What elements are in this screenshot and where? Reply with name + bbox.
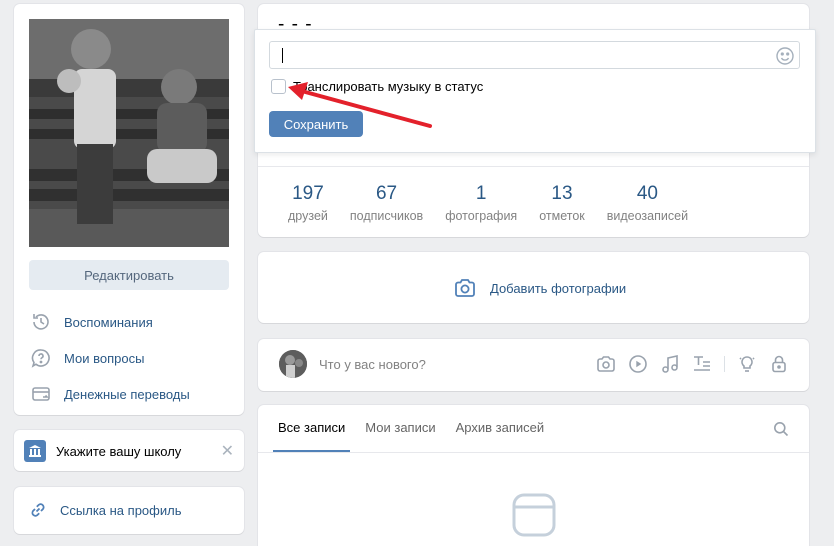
status-input[interactable]	[269, 41, 800, 69]
status-editor-popup: Транслировать музыку в статус Сохранить	[254, 29, 816, 153]
divider	[724, 356, 725, 372]
counter-tags[interactable]: 13 отметок	[539, 167, 585, 236]
add-photos-button[interactable]: Добавить фотографии	[454, 278, 626, 298]
counter-value: 197	[292, 183, 324, 204]
profile-counters: 197 друзей 67 подписчиков 1 фотография 1…	[258, 166, 809, 236]
sidebar-item-questions[interactable]: Мои вопросы	[29, 340, 229, 376]
article-icon[interactable]	[692, 354, 712, 374]
counter-friends[interactable]: 197 друзей	[288, 167, 328, 236]
counter-label: отметок	[539, 209, 585, 223]
new-post-input[interactable]: Что у вас нового?	[319, 357, 426, 372]
camera-icon	[455, 279, 475, 297]
broadcast-music-label: Транслировать музыку в статус	[293, 79, 484, 94]
music-note-icon[interactable]	[660, 354, 680, 374]
counter-videos[interactable]: 40 видеозаписей	[607, 167, 688, 236]
counter-label: друзей	[288, 209, 328, 223]
school-prompt-card: Укажите вашу школу ✕	[14, 430, 244, 471]
sidebar-item-memories[interactable]: Воспоминания	[29, 304, 229, 340]
tab-all-posts[interactable]: Все записи	[273, 405, 351, 452]
add-photos-label: Добавить фотографии	[490, 280, 627, 296]
sidebar-item-label: Воспоминания	[64, 314, 153, 330]
text-caret	[282, 48, 283, 63]
sidebar-item-label: Денежные переводы	[64, 386, 190, 402]
wall-card: Все записи Мои записи Архив записей	[258, 405, 809, 546]
empty-wall-icon	[512, 493, 556, 540]
counter-value: 40	[636, 183, 658, 204]
question-bubble-icon	[29, 346, 53, 370]
camera-icon[interactable]	[596, 354, 616, 374]
counter-label: фотография	[445, 209, 518, 223]
lock-icon[interactable]	[769, 354, 789, 374]
history-icon	[29, 310, 53, 334]
profile-link-card: Ссылка на профиль	[14, 487, 244, 534]
profile-link-label: Ссылка на профиль	[60, 502, 182, 518]
wall-tabs: Все записи Мои записи Архив записей	[273, 405, 559, 452]
video-play-icon[interactable]	[628, 354, 648, 374]
bulb-icon[interactable]	[737, 354, 757, 374]
card-transfer-icon	[29, 382, 53, 406]
counter-photos[interactable]: 1 фотография	[445, 167, 517, 236]
divider	[258, 452, 809, 453]
sidebar-item-money-transfers[interactable]: Денежные переводы	[29, 376, 229, 412]
counter-value: 67	[375, 183, 398, 204]
counter-label: подписчиков	[349, 209, 424, 223]
counter-followers[interactable]: 67 подписчиков	[350, 167, 423, 236]
school-prompt-label: Укажите вашу школу	[56, 443, 182, 459]
broadcast-music-checkbox[interactable]	[271, 79, 286, 94]
profile-link[interactable]: Ссылка на профиль	[28, 500, 181, 520]
new-post-card: Что у вас нового?	[258, 339, 809, 391]
post-attachments	[584, 354, 789, 374]
smile-icon[interactable]	[775, 46, 795, 66]
profile-sidebar-card: Редактировать Воспоминания Мои вопросы Д…	[14, 4, 244, 415]
photos-card: Добавить фотографии	[258, 252, 809, 323]
sidebar-menu: Воспоминания Мои вопросы Денежные перево…	[29, 304, 229, 412]
edit-profile-button[interactable]: Редактировать	[29, 260, 229, 290]
link-icon	[31, 503, 45, 517]
close-icon[interactable]: ✕	[221, 441, 234, 461]
counter-label: видеозаписей	[606, 209, 689, 223]
search-icon[interactable]	[773, 421, 789, 440]
profile-avatar[interactable]	[29, 19, 229, 247]
broadcast-music-checkbox-row[interactable]: Транслировать музыку в статус	[271, 79, 483, 94]
school-building-icon	[24, 440, 46, 462]
tab-archive[interactable]: Архив записей	[451, 405, 550, 452]
counter-value: 13	[551, 183, 573, 204]
school-prompt[interactable]: Укажите вашу школу	[24, 440, 181, 462]
counter-value: 1	[475, 183, 487, 204]
user-avatar	[279, 350, 307, 378]
tab-my-posts[interactable]: Мои записи	[360, 405, 440, 452]
sidebar-item-label: Мои вопросы	[64, 350, 145, 366]
save-button[interactable]: Сохранить	[269, 111, 363, 137]
